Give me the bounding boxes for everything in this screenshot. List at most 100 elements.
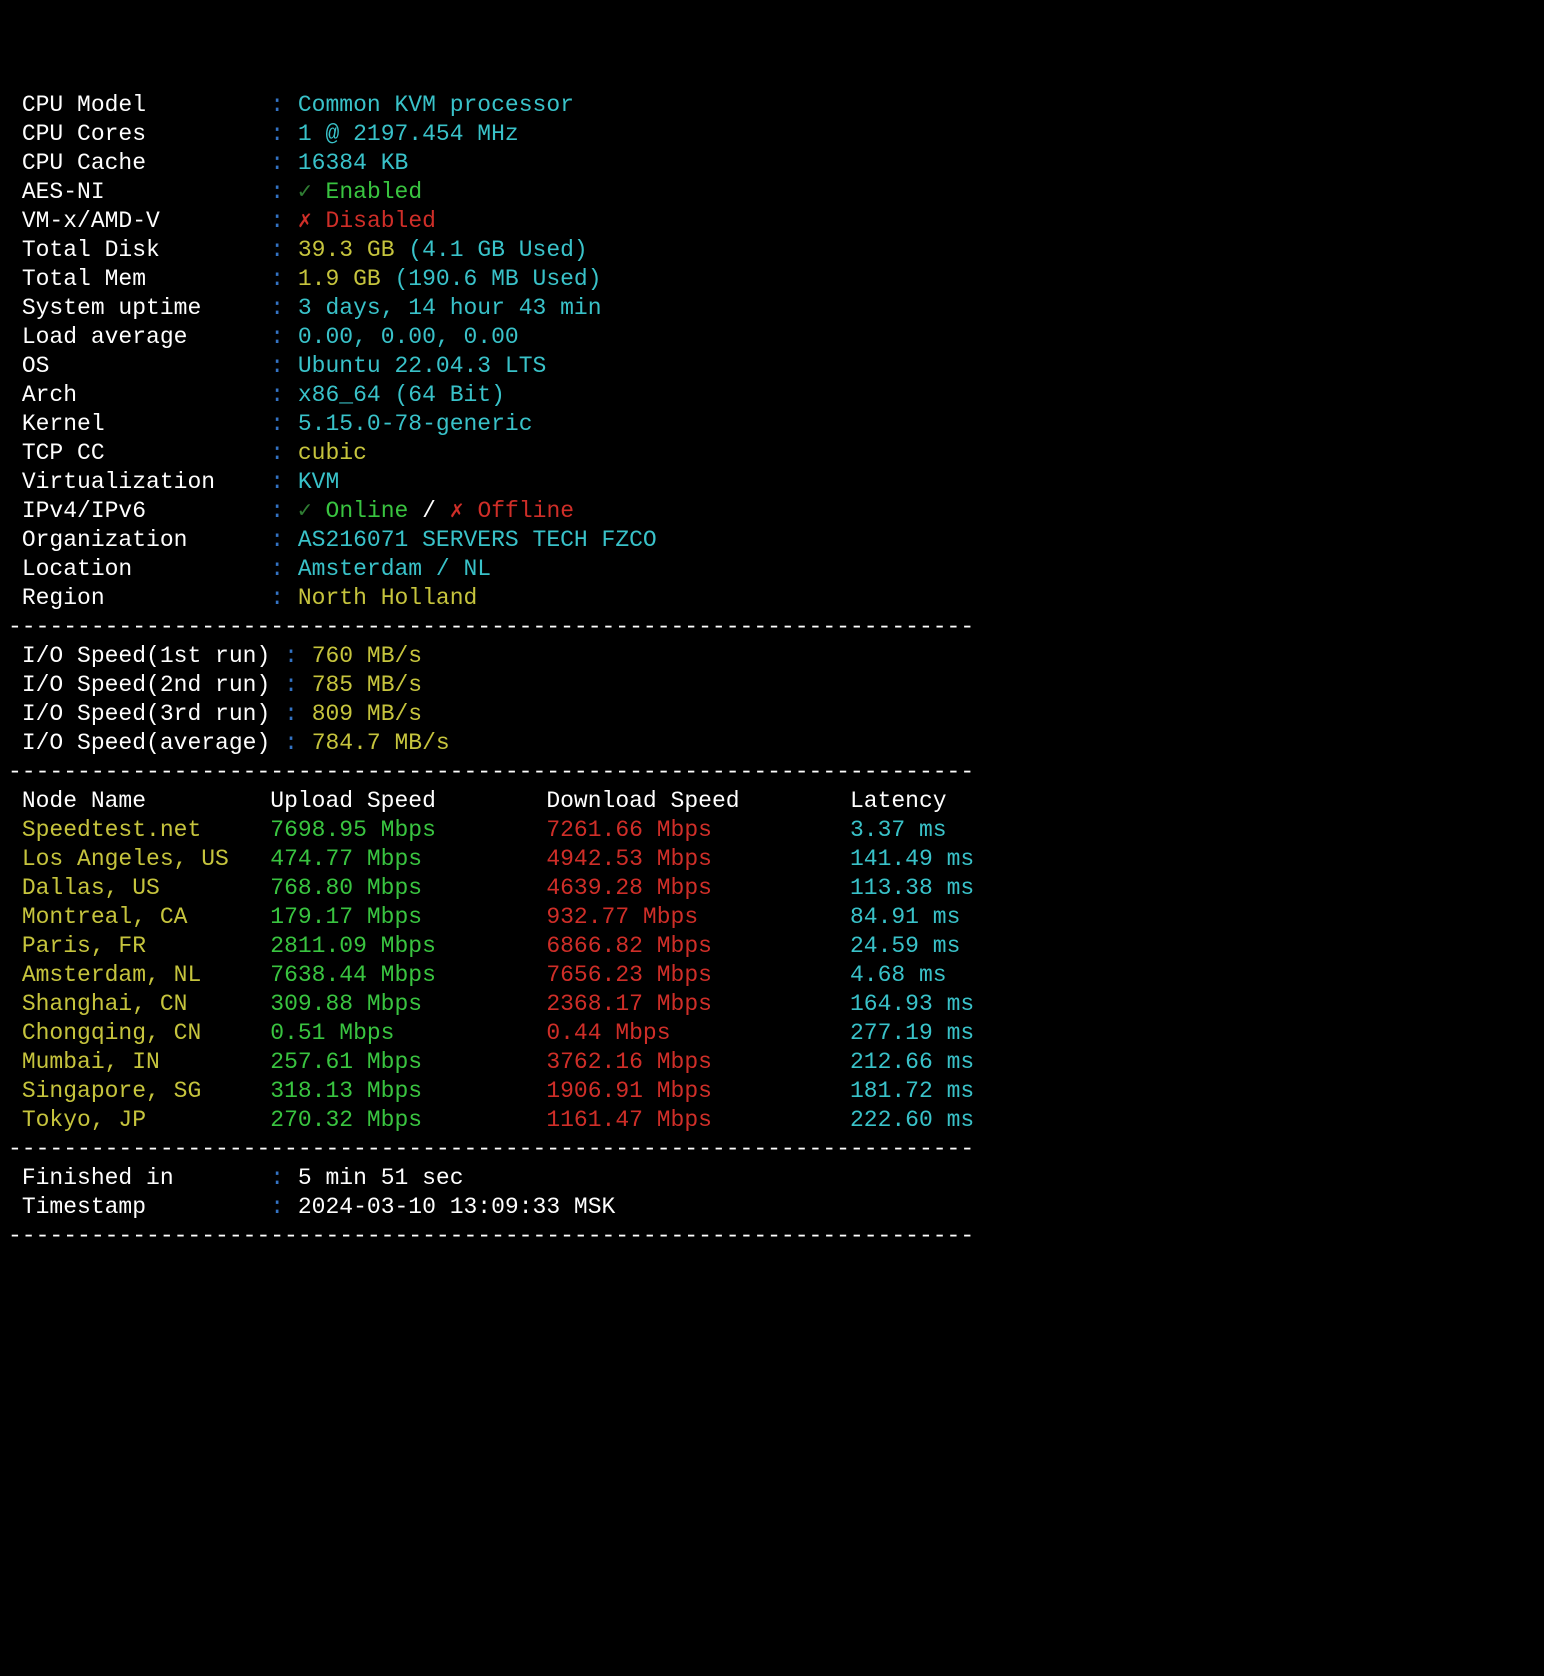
colon: :	[270, 150, 298, 176]
io-row-1: I/O Speed(2nd run) : 785 MB/s	[8, 671, 1536, 700]
speed-row-5: Amsterdam, NL 7638.44 Mbps 7656.23 Mbps …	[8, 961, 1536, 990]
speed-latency: 277.19 ms	[850, 1020, 974, 1046]
speed-node: Montreal, CA	[22, 904, 270, 930]
info-value: 39.3 GB	[298, 237, 395, 263]
colon: :	[270, 353, 298, 379]
info-label: Region	[22, 585, 270, 611]
speed-node: Los Angeles, US	[22, 846, 270, 872]
speed-upload: 0.51 Mbps	[270, 1020, 546, 1046]
info-label: Kernel	[22, 411, 270, 437]
colon: :	[270, 556, 298, 582]
info-value: North Holland	[298, 585, 477, 611]
sysinfo-row-aes_ni: AES-NI : ✓ Enabled	[8, 178, 1536, 207]
io-value: 760 MB/s	[312, 643, 422, 669]
colon: :	[270, 1165, 298, 1191]
colon: :	[270, 237, 298, 263]
footer-timestamp: Timestamp : 2024-03-10 13:09:33 MSK	[8, 1193, 1536, 1222]
check-icon: ✓	[298, 179, 326, 205]
colon: :	[270, 324, 298, 350]
info-label: OS	[22, 353, 270, 379]
info-label: Load average	[22, 324, 270, 350]
divider: ----------------------------------------…	[8, 1222, 1536, 1251]
info-value: 5.15.0-78-generic	[298, 411, 533, 437]
colon: :	[270, 411, 298, 437]
sysinfo-row-cpu_cache: CPU Cache : 16384 KB	[8, 149, 1536, 178]
speed-header: Node Name Upload Speed Download Speed La…	[8, 787, 1536, 816]
speed-upload: 7638.44 Mbps	[270, 962, 546, 988]
info-extra: (4.1 GB Used)	[395, 237, 588, 263]
speed-row-8: Mumbai, IN 257.61 Mbps 3762.16 Mbps 212.…	[8, 1048, 1536, 1077]
col-upload: Upload Speed	[270, 788, 546, 814]
speed-upload: 7698.95 Mbps	[270, 817, 546, 843]
speed-upload: 474.77 Mbps	[270, 846, 546, 872]
cross-icon: ✗	[450, 498, 478, 524]
sysinfo-row-disk: Total Disk : 39.3 GB (4.1 GB Used)	[8, 236, 1536, 265]
colon: :	[270, 643, 311, 669]
sysinfo-row-os: OS : Ubuntu 22.04.3 LTS	[8, 352, 1536, 381]
ipv4-status: Online	[326, 498, 409, 524]
speed-download: 932.77 Mbps	[546, 904, 850, 930]
speed-latency: 164.93 ms	[850, 991, 974, 1017]
speed-download: 2368.17 Mbps	[546, 991, 850, 1017]
speed-node: Shanghai, CN	[22, 991, 270, 1017]
info-label: AES-NI	[22, 179, 270, 205]
info-label: Virtualization	[22, 469, 270, 495]
info-label: Location	[22, 556, 270, 582]
divider: ----------------------------------------…	[8, 613, 1536, 642]
sysinfo-row-virt: Virtualization : KVM	[8, 468, 1536, 497]
speed-row-7: Chongqing, CN 0.51 Mbps 0.44 Mbps 277.19…	[8, 1019, 1536, 1048]
colon: :	[270, 469, 298, 495]
ipv6-status: Offline	[477, 498, 574, 524]
speed-node: Singapore, SG	[22, 1078, 270, 1104]
colon: :	[270, 440, 298, 466]
footer-finished: Finished in : 5 min 51 sec	[8, 1164, 1536, 1193]
sysinfo-row-org: Organization : AS216071 SERVERS TECH FZC…	[8, 526, 1536, 555]
sysinfo-row-cpu_model: CPU Model : Common KVM processor	[8, 91, 1536, 120]
sysinfo-row-ip: IPv4/IPv6 : ✓ Online / ✗ Offline	[8, 497, 1536, 526]
check-icon: ✓	[298, 498, 326, 524]
sysinfo-row-loc: Location : Amsterdam / NL	[8, 555, 1536, 584]
speed-node: Chongqing, CN	[22, 1020, 270, 1046]
speed-latency: 141.49 ms	[850, 846, 974, 872]
speed-download: 0.44 Mbps	[546, 1020, 850, 1046]
sysinfo-row-kernel: Kernel : 5.15.0-78-generic	[8, 410, 1536, 439]
colon: :	[270, 295, 298, 321]
io-row-3: I/O Speed(average) : 784.7 MB/s	[8, 729, 1536, 758]
speed-row-3: Montreal, CA 179.17 Mbps 932.77 Mbps 84.…	[8, 903, 1536, 932]
info-label: System uptime	[22, 295, 270, 321]
divider: ----------------------------------------…	[8, 758, 1536, 787]
info-label: Arch	[22, 382, 270, 408]
speed-node: Tokyo, JP	[22, 1107, 270, 1133]
timestamp-value: 2024-03-10 13:09:33 MSK	[298, 1194, 615, 1220]
io-row-2: I/O Speed(3rd run) : 809 MB/s	[8, 700, 1536, 729]
speed-row-0: Speedtest.net 7698.95 Mbps 7261.66 Mbps …	[8, 816, 1536, 845]
speed-row-9: Singapore, SG 318.13 Mbps 1906.91 Mbps 1…	[8, 1077, 1536, 1106]
io-label: I/O Speed(3rd run)	[22, 701, 270, 727]
colon: :	[270, 179, 298, 205]
speed-node: Speedtest.net	[22, 817, 270, 843]
speed-upload: 257.61 Mbps	[270, 1049, 546, 1075]
colon: :	[270, 208, 298, 234]
speed-upload: 179.17 Mbps	[270, 904, 546, 930]
speed-row-4: Paris, FR 2811.09 Mbps 6866.82 Mbps 24.5…	[8, 932, 1536, 961]
colon: :	[270, 498, 298, 524]
sysinfo-row-loadavg: Load average : 0.00, 0.00, 0.00	[8, 323, 1536, 352]
info-label: Total Mem	[22, 266, 270, 292]
info-label: Organization	[22, 527, 270, 553]
colon: :	[270, 266, 298, 292]
speed-latency: 24.59 ms	[850, 933, 960, 959]
info-value: KVM	[298, 469, 339, 495]
info-value: AS216071 SERVERS TECH FZCO	[298, 527, 657, 553]
sysinfo-row-mem: Total Mem : 1.9 GB (190.6 MB Used)	[8, 265, 1536, 294]
colon: :	[270, 382, 298, 408]
info-value: Common KVM processor	[298, 92, 574, 118]
colon: :	[270, 730, 311, 756]
speed-node: Amsterdam, NL	[22, 962, 270, 988]
speed-upload: 768.80 Mbps	[270, 875, 546, 901]
speed-row-1: Los Angeles, US 474.77 Mbps 4942.53 Mbps…	[8, 845, 1536, 874]
speed-node: Mumbai, IN	[22, 1049, 270, 1075]
speed-upload: 309.88 Mbps	[270, 991, 546, 1017]
speed-latency: 3.37 ms	[850, 817, 947, 843]
cross-icon: ✗	[298, 208, 326, 234]
info-value: Disabled	[326, 208, 436, 234]
